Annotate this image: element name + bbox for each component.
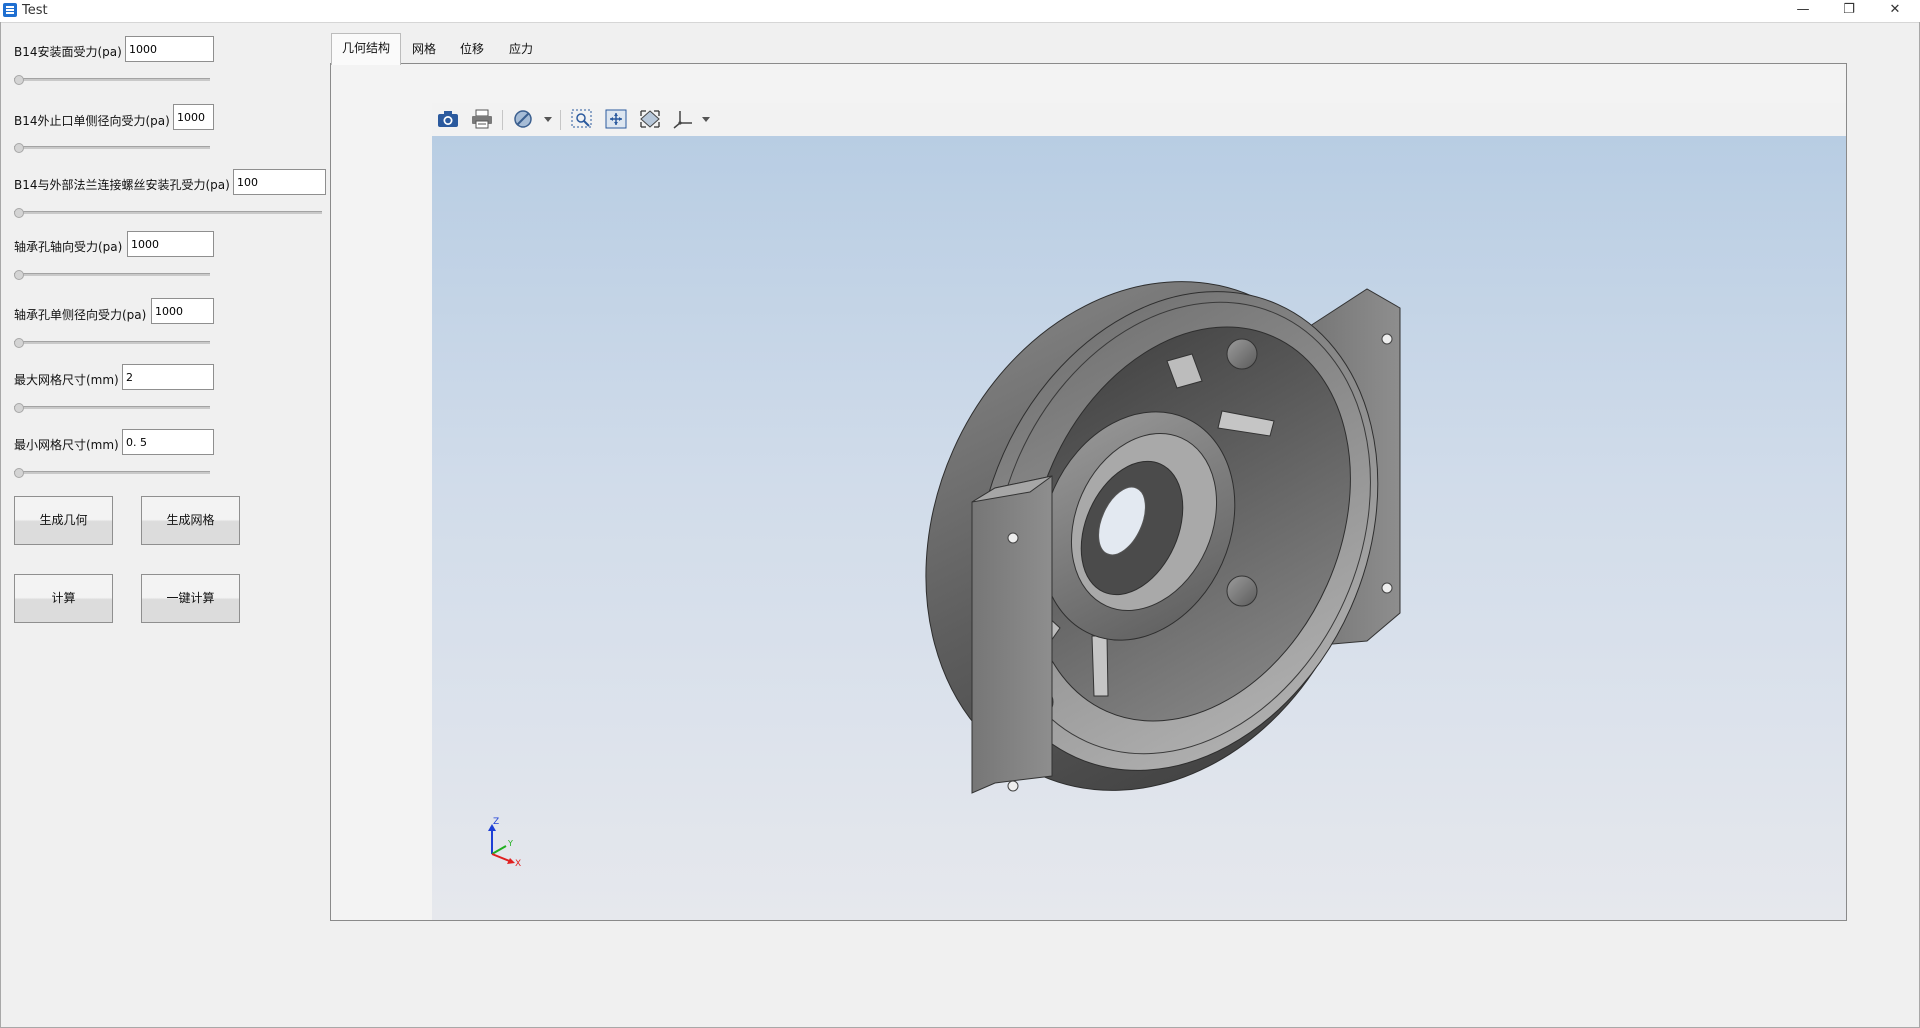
- slider-handle[interactable]: [14, 403, 24, 413]
- chevron-down-icon[interactable]: [702, 117, 710, 122]
- slider-handle[interactable]: [14, 270, 24, 280]
- restore-button[interactable]: ❐: [1826, 0, 1872, 22]
- param-slider-min-mesh-size[interactable]: [14, 471, 210, 474]
- param-slider-bearing-radial[interactable]: [14, 341, 210, 344]
- param-label-b14-flange-bolt-holes: B14与外部法兰连接螺丝安装孔受力(pa): [14, 178, 230, 192]
- close-button[interactable]: ✕: [1872, 0, 1918, 22]
- slider-handle[interactable]: [14, 208, 24, 218]
- app-icon: [3, 3, 17, 17]
- tab-displacement[interactable]: 位移: [450, 35, 494, 64]
- rotate-view-icon[interactable]: [638, 108, 662, 130]
- param-slider-max-mesh-size[interactable]: [14, 406, 210, 409]
- toolbar-separator: [502, 110, 503, 130]
- viewer-toolbar: [432, 103, 1846, 137]
- param-input-max-mesh-size[interactable]: [122, 364, 214, 390]
- param-input-b14-outer-radial[interactable]: [173, 104, 214, 130]
- axis-y-label: Y: [507, 839, 513, 848]
- axis-x-label: X: [515, 859, 521, 868]
- generate-geometry-button[interactable]: 生成几何: [14, 496, 113, 545]
- param-input-bearing-axial[interactable]: [127, 231, 214, 257]
- param-slider-bearing-axial[interactable]: [14, 273, 210, 276]
- param-slider-b14-outer-radial[interactable]: [14, 146, 210, 149]
- display-mode-icon[interactable]: [512, 108, 536, 130]
- param-input-b14-flange-bolt-holes[interactable]: [233, 169, 326, 195]
- param-label-bearing-axial: 轴承孔轴向受力(pa): [14, 240, 123, 254]
- title-bar: Test — ❐ ✕: [0, 0, 1920, 23]
- param-input-b14-mount-face[interactable]: [125, 36, 214, 62]
- one-click-compute-button[interactable]: 一键计算: [141, 574, 240, 623]
- param-label-bearing-radial: 轴承孔单侧径向受力(pa): [14, 308, 147, 322]
- slider-handle[interactable]: [14, 338, 24, 348]
- toolbar-separator: [560, 110, 561, 130]
- camera-icon[interactable]: [436, 108, 460, 130]
- param-slider-b14-mount-face[interactable]: [14, 78, 210, 81]
- compute-button[interactable]: 计算: [14, 574, 113, 623]
- slider-handle[interactable]: [14, 468, 24, 478]
- chevron-down-icon[interactable]: [544, 117, 552, 122]
- slider-handle[interactable]: [14, 143, 24, 153]
- print-icon[interactable]: [470, 108, 494, 130]
- param-slider-b14-flange-bolt-holes[interactable]: [14, 211, 322, 214]
- param-label-min-mesh-size: 最小网格尺寸(mm): [14, 438, 119, 452]
- axis-z-label: Z: [493, 817, 499, 827]
- param-label-b14-outer-radial: B14外止口单侧径向受力(pa): [14, 114, 170, 128]
- param-input-bearing-radial[interactable]: [151, 298, 214, 324]
- minimize-button[interactable]: —: [1780, 0, 1826, 22]
- tab-mesh[interactable]: 网格: [402, 35, 446, 64]
- tab-stress[interactable]: 应力: [499, 35, 543, 64]
- 3d-viewer: Z Y X: [432, 103, 1846, 920]
- slider-handle[interactable]: [14, 75, 24, 85]
- 3d-viewport[interactable]: Z Y X: [432, 136, 1846, 920]
- axis-triad: Z Y X: [488, 817, 521, 868]
- generate-mesh-button[interactable]: 生成网格: [141, 496, 240, 545]
- axes-view-icon[interactable]: [672, 108, 696, 130]
- fit-all-icon[interactable]: [604, 108, 628, 130]
- window-title: Test: [22, 3, 48, 18]
- zoom-box-icon[interactable]: [570, 108, 594, 130]
- tab-geometry[interactable]: 几何结构: [331, 33, 402, 65]
- param-input-min-mesh-size[interactable]: [122, 429, 214, 455]
- motor-end-cover-model: [925, 281, 1401, 794]
- param-label-b14-mount-face: B14安装面受力(pa): [14, 45, 122, 59]
- param-label-max-mesh-size: 最大网格尺寸(mm): [14, 373, 119, 387]
